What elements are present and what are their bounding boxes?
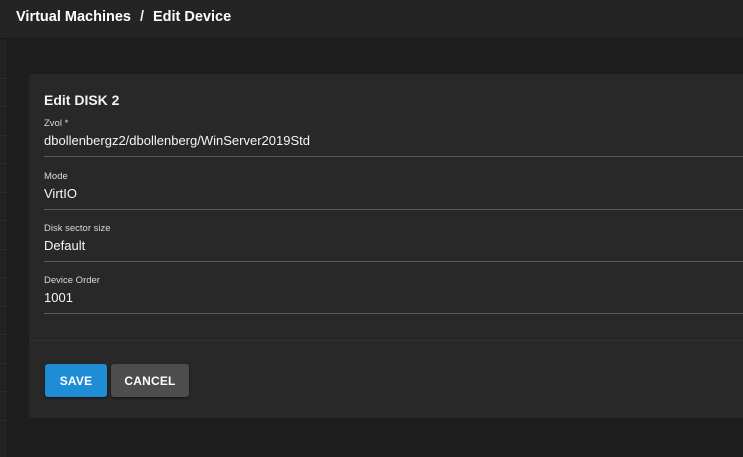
device-order-field[interactable]: Device Order 1001 [44,275,743,314]
device-order-label: Device Order [44,275,100,286]
zvol-select-value[interactable]: dbollenbergz2/dbollenberg/WinServer2019S… [44,133,310,148]
mode-field[interactable]: Mode VirtIO [44,171,743,210]
nav-divider [0,163,7,164]
nav-divider [0,334,7,335]
nav-divider [0,78,7,79]
breadcrumb-parent-link[interactable]: Virtual Machines [16,9,131,25]
nav-divider [0,420,7,421]
mode-label: Mode [44,171,68,182]
nav-divider [0,220,7,221]
cancel-button[interactable]: CANCEL [111,364,189,397]
zvol-field[interactable]: Zvol * dbollenbergz2/dbollenberg/WinServ… [44,118,743,157]
disk-sector-size-label: Disk sector size [44,223,111,234]
form-actions-divider [29,340,743,341]
edit-device-form-card: Edit DISK 2 Zvol * dbollenbergz2/dbollen… [29,74,743,418]
nav-divider [0,192,7,193]
side-nav-strip [0,0,8,457]
device-order-input[interactable]: 1001 [44,290,73,305]
nav-divider [0,363,7,364]
disk-sector-size-select-value[interactable]: Default [44,238,85,253]
zvol-label: Zvol * [44,118,69,129]
nav-divider [0,135,7,136]
form-title: Edit DISK 2 [44,92,120,108]
mode-select-value[interactable]: VirtIO [44,186,77,201]
nav-divider [0,249,7,250]
nav-divider [0,391,7,392]
page-header: Virtual Machines / Edit Device [0,0,743,39]
breadcrumb: Virtual Machines / Edit Device [16,9,231,25]
breadcrumb-separator: / [139,9,144,25]
nav-divider [0,277,7,278]
save-button[interactable]: SAVE [45,364,107,397]
nav-divider [0,306,7,307]
disk-sector-size-field[interactable]: Disk sector size Default [44,223,743,262]
breadcrumb-current: Edit Device [153,9,232,25]
nav-divider [0,106,7,107]
